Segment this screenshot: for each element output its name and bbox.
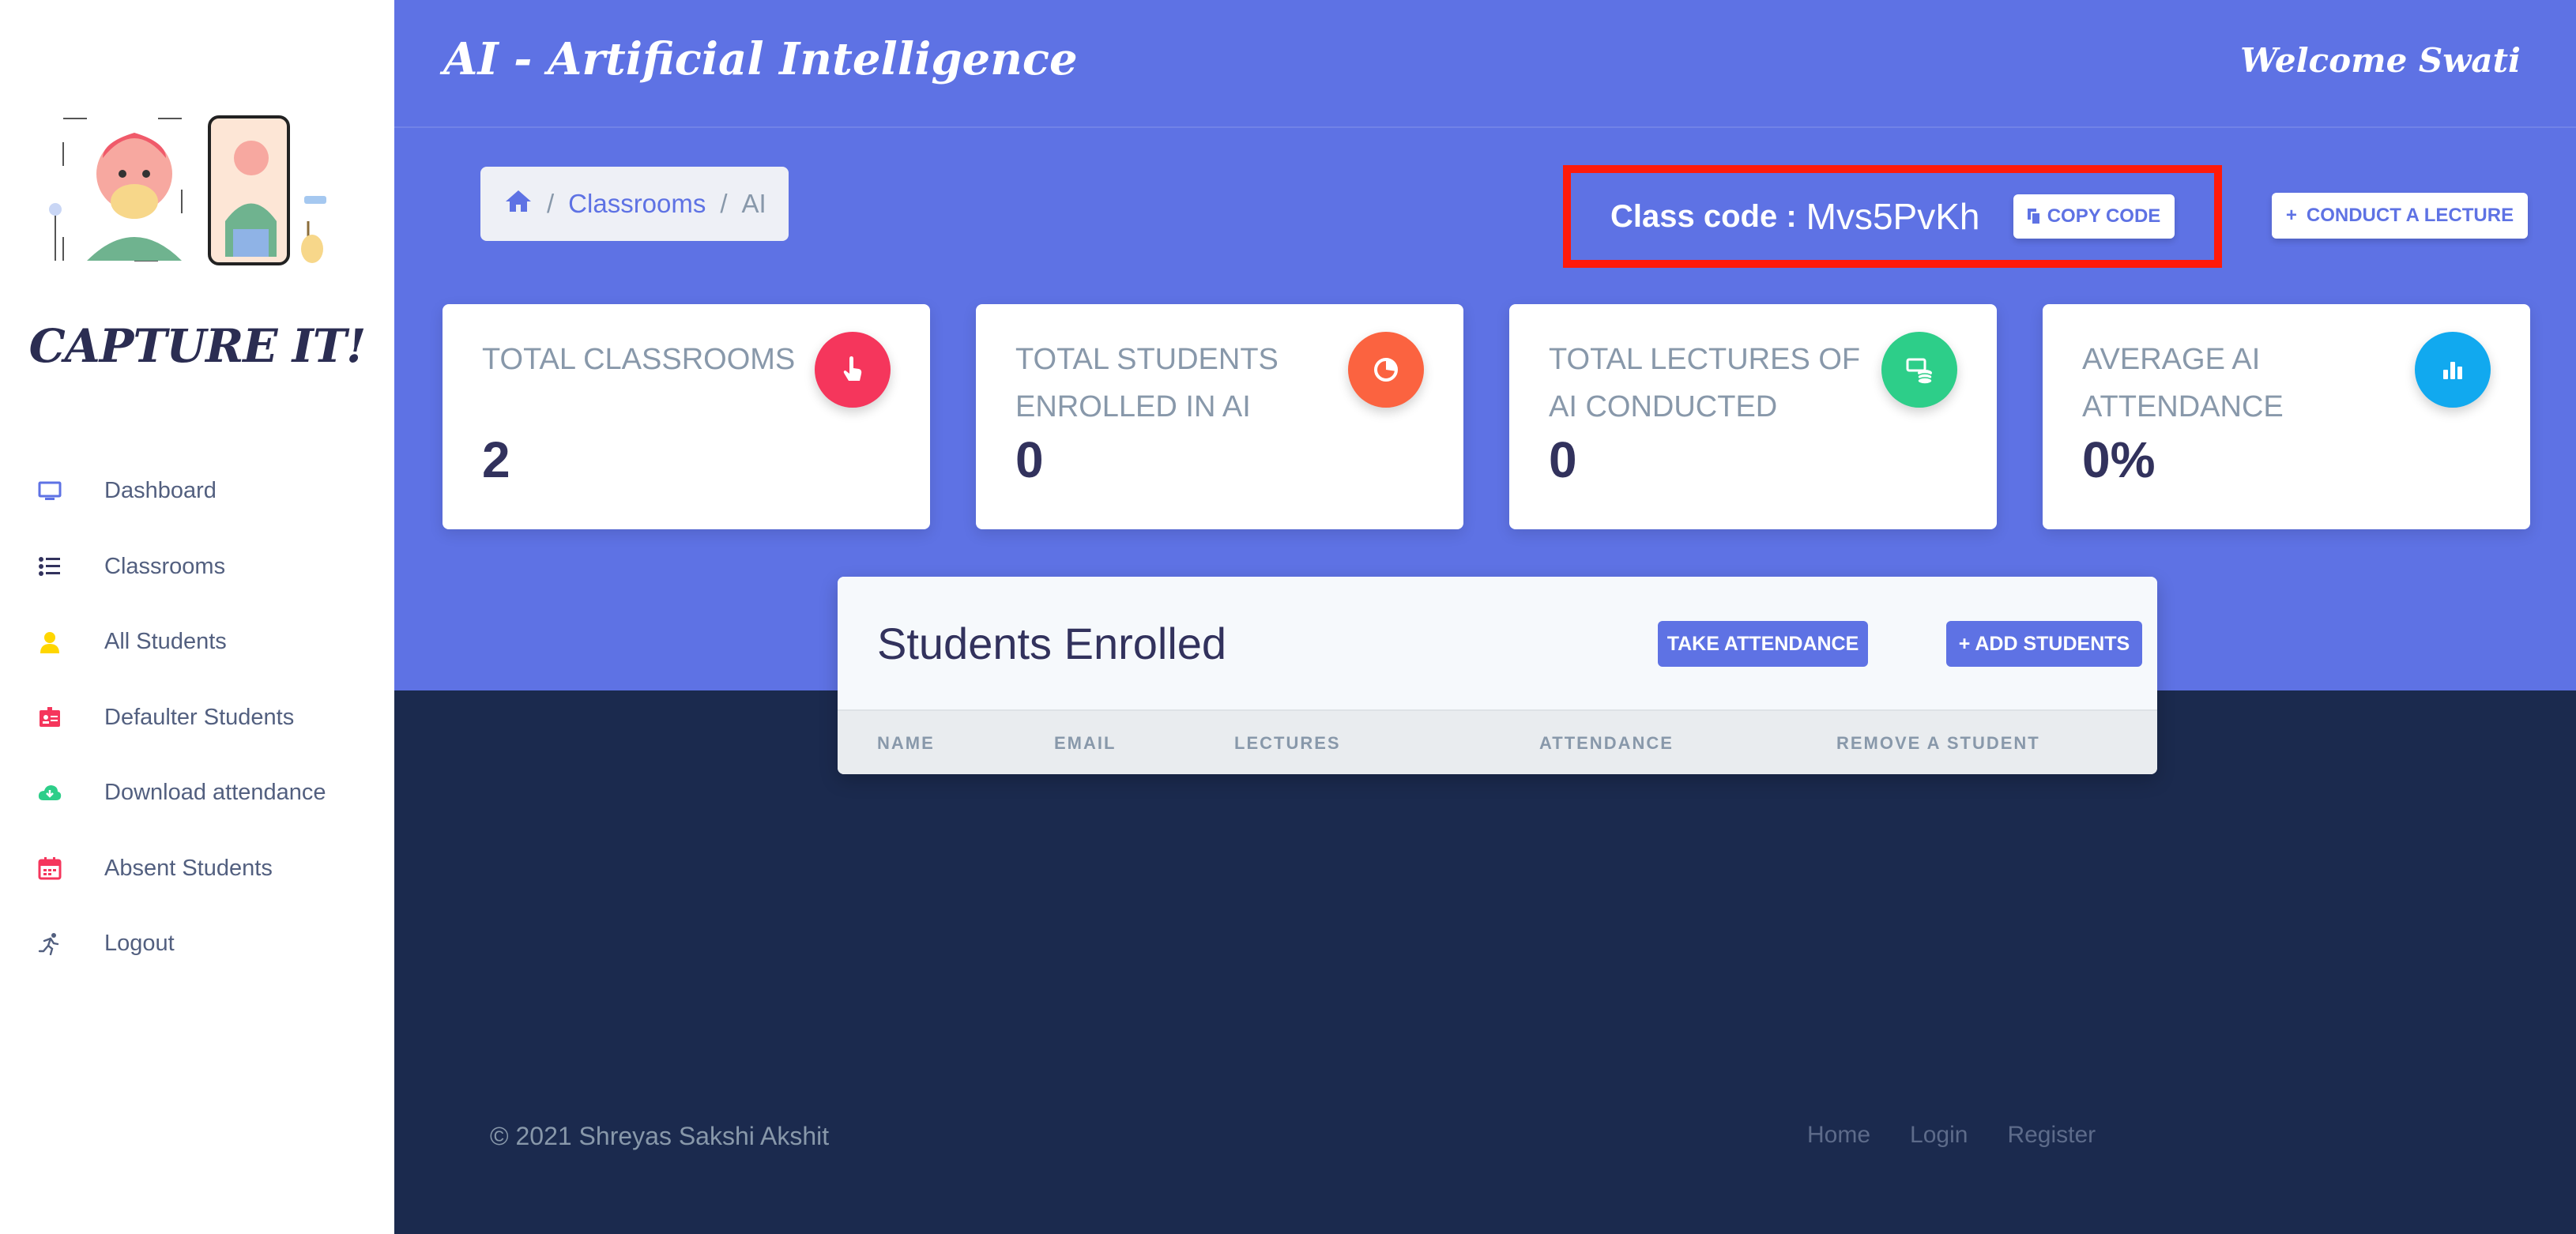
sidebar-item-download-attendance[interactable]: Download attendance [0,755,394,831]
sidebar-item-label: Logout [104,931,175,957]
copy-icon [2027,208,2041,225]
brand-name: CAPTURE IT! [28,319,367,373]
stat-title: TOTAL CLASSROOMS [482,343,796,376]
column-header-email[interactable]: EMAIL [1054,711,1116,774]
students-enrolled-card: Students Enrolled TAKE ATTENDANCE + ADD … [838,577,2157,774]
breadcrumb-current: AI [741,189,766,218]
footer-copyright: © 2021 Shreyas Sakshi Akshit [490,1122,830,1150]
copy-code-button[interactable]: COPY CODE [2013,194,2175,239]
breadcrumb-separator: / [547,189,555,218]
footer-link-register[interactable]: Register [2007,1122,2096,1149]
stat-title: AVERAGE AI ATTENDANCE [2082,343,2284,423]
stat-card-total-lectures: TOTAL LECTURES OF AI CONDUCTED 0 [1509,304,1997,529]
stat-card-average-attendance: AVERAGE AI ATTENDANCE 0% [2043,304,2530,529]
stat-title: TOTAL LECTURES OF AI CONDUCTED [1549,343,1861,423]
sidebar-item-all-students[interactable]: All Students [0,604,394,680]
sidebar-item-classrooms[interactable]: Classrooms [0,529,394,605]
footer-link-home[interactable]: Home [1807,1122,1870,1149]
class-code-value: Mvs5PvKh [1806,196,1980,237]
section-title: Students Enrolled [877,619,1227,668]
user-icon [36,629,63,656]
calendar-icon [36,855,63,882]
monitor-icon [36,478,63,505]
money-coins-icon [1881,332,1957,408]
sidebar: CAPTURE IT! Dashboard Classrooms All Stu… [0,0,394,1234]
copy-code-label: COPY CODE [2047,205,2161,227]
stat-value: 0 [1015,431,1044,488]
stat-card-total-classrooms: TOTAL CLASSROOMS 2 [443,304,930,529]
sidebar-item-label: All Students [104,629,227,655]
table-header: NAME EMAIL LECTURES ATTENDANCE REMOVE A … [838,709,2157,774]
add-students-label: ADD STUDENTS [1975,632,2130,655]
sidebar-item-label: Download attendance [104,780,326,806]
stat-value: 2 [482,431,510,488]
stat-title: TOTAL STUDENTS ENROLLED IN AI [1015,343,1279,423]
breadcrumb-classrooms[interactable]: Classrooms [568,189,706,219]
sidebar-nav: Dashboard Classrooms All Students Defaul… [0,453,394,982]
sidebar-item-absent-students[interactable]: Absent Students [0,831,394,907]
logo-illustration [47,111,332,269]
sidebar-item-label: Dashboard [104,478,217,504]
sidebar-item-label: Absent Students [104,855,273,881]
conduct-lecture-label: CONDUCT A LECTURE [2306,205,2514,226]
column-header-lectures[interactable]: LECTURES [1234,711,1341,774]
footer-link-login[interactable]: Login [1910,1122,1968,1149]
conduct-lecture-button[interactable]: + CONDUCT A LECTURE [2272,193,2528,239]
plus-icon: + [2285,205,2297,226]
welcome-user[interactable]: Welcome Swati [2240,41,2521,80]
sidebar-item-logout[interactable]: Logout [0,906,394,982]
bar-chart-icon [2415,332,2491,408]
pointer-hand-icon [815,332,891,408]
sidebar-item-label: Defaulter Students [104,704,295,730]
list-icon [36,553,63,580]
class-code-label: Class code : [1610,198,1797,234]
cloud-download-icon [36,780,63,807]
home-icon[interactable] [504,189,533,219]
stat-value: 0 [1549,431,1577,488]
plus-icon: + [1958,632,1971,655]
footer-links: Home Login Register [1807,1122,2096,1149]
sidebar-item-label: Classrooms [104,553,226,579]
sidebar-item-defaulter-students[interactable]: Defaulter Students [0,680,394,756]
column-header-attendance[interactable]: ATTENDANCE [1539,711,1674,774]
add-students-button[interactable]: + ADD STUDENTS [1946,621,2142,667]
stat-card-total-students: TOTAL STUDENTS ENROLLED IN AI 0 [976,304,1463,529]
breadcrumb-separator: / [720,189,728,218]
pie-chart-icon [1348,332,1424,408]
column-header-name[interactable]: NAME [877,711,935,774]
column-header-remove[interactable]: REMOVE A STUDENT [1836,711,2040,774]
top-navbar: AI - Artificial Intelligence Welcome Swa… [394,0,2576,128]
running-icon [36,931,63,957]
class-code-box: Class code : Mvs5PvKh COPY CODE [1563,165,2222,268]
page-title: AI - Artificial Intelligence [443,33,1078,85]
stat-value: 0% [2082,431,2156,488]
id-card-icon [36,704,63,731]
breadcrumb: / Classrooms / AI [480,167,789,241]
card-header: Students Enrolled TAKE ATTENDANCE + ADD … [838,577,2157,709]
take-attendance-button[interactable]: TAKE ATTENDANCE [1658,621,1868,667]
sidebar-item-dashboard[interactable]: Dashboard [0,453,394,529]
